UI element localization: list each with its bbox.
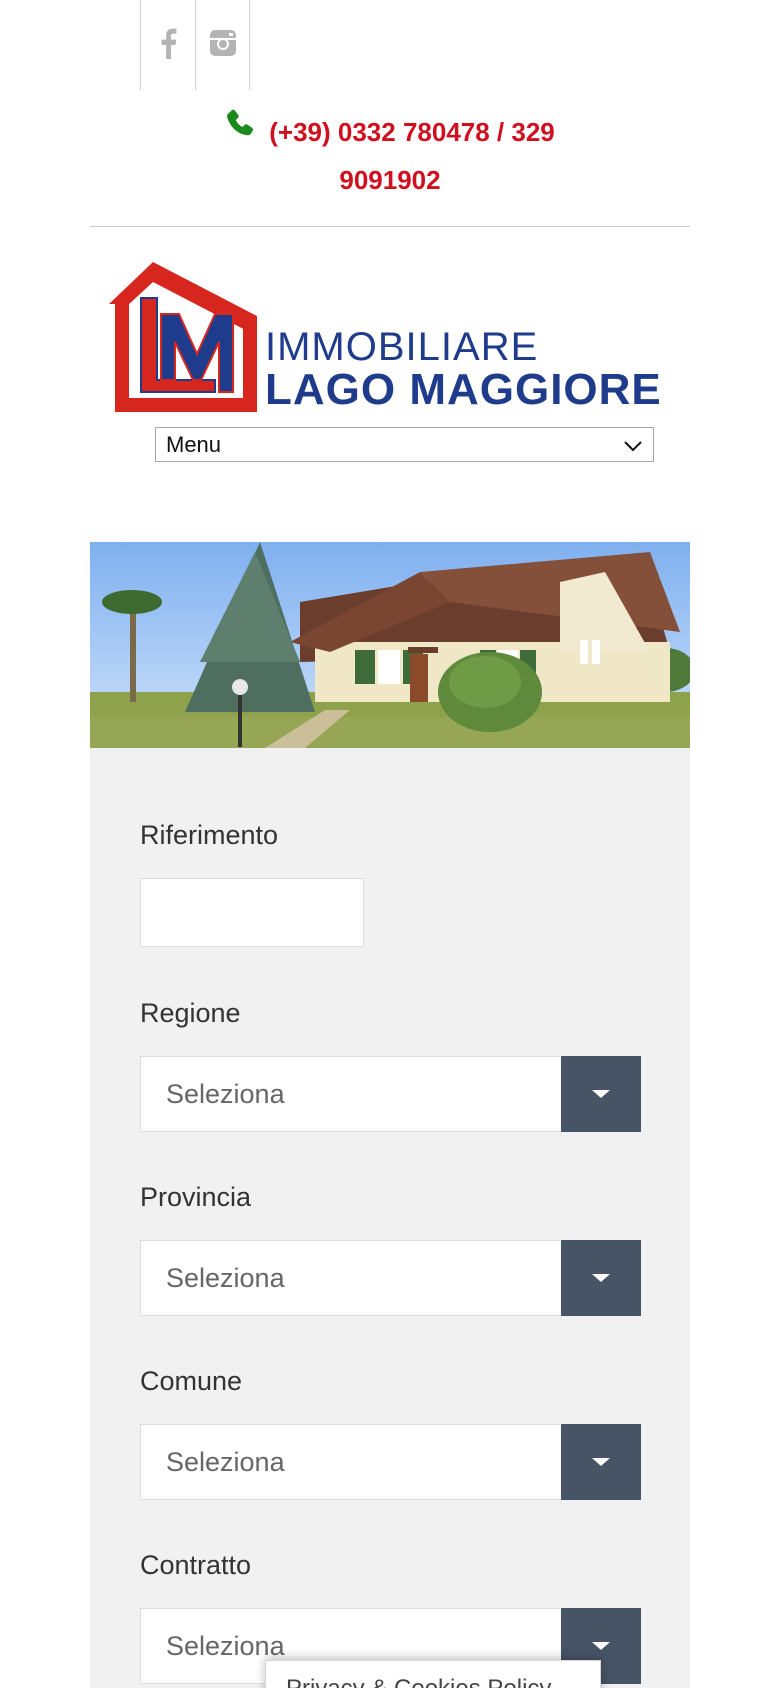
comune-select-value: Seleziona (166, 1447, 285, 1477)
caret-down-icon (592, 1458, 610, 1466)
site-logo[interactable]: IMMOBILIARE LAGO MAGGIORE (105, 258, 705, 418)
riferimento-input[interactable] (140, 878, 364, 947)
header-divider (90, 226, 690, 227)
comune-dropdown-button[interactable] (561, 1424, 641, 1500)
caret-down-icon (592, 1090, 610, 1098)
instagram-icon (209, 29, 237, 62)
logo-line-2: LAGO MAGGIORE (265, 365, 662, 414)
menu-select[interactable]: Menu (155, 427, 654, 462)
provincia-select[interactable]: Seleziona (140, 1240, 641, 1316)
social-links (140, 0, 250, 90)
riferimento-label: Riferimento (140, 820, 279, 850)
phone-icon (225, 105, 255, 153)
comune-select[interactable]: Seleziona (140, 1424, 641, 1500)
phone-number-part1: (+39) 0332 780478 / 329 (269, 117, 555, 147)
provincia-select-value: Seleziona (166, 1263, 285, 1293)
provincia-dropdown-button[interactable] (561, 1240, 641, 1316)
instagram-link[interactable] (195, 0, 250, 90)
hero-image (90, 542, 690, 748)
cookie-policy-popup[interactable]: Privacy & Cookies Policy (265, 1660, 601, 1688)
chevron-down-icon (623, 432, 643, 458)
provincia-label: Provincia (140, 1182, 252, 1212)
regione-select-value: Seleziona (166, 1079, 285, 1109)
comune-label: Comune (140, 1366, 243, 1396)
caret-down-icon (592, 1274, 610, 1282)
facebook-link[interactable] (140, 0, 195, 90)
phone-line-2[interactable]: 9091902 (90, 156, 690, 204)
phone-block: (+39) 0332 780478 / 329 9091902 (90, 108, 690, 204)
page: (+39) 0332 780478 / 329 9091902 IMMOBILI… (0, 0, 780, 1688)
logo-line-1: IMMOBILIARE (265, 325, 538, 369)
search-panel: Riferimento Regione Seleziona Provincia … (90, 748, 690, 1688)
facebook-icon (158, 27, 178, 64)
caret-down-icon (592, 1642, 610, 1650)
regione-dropdown-button[interactable] (561, 1056, 641, 1132)
regione-select[interactable]: Seleziona (140, 1056, 641, 1132)
regione-label: Regione (140, 998, 241, 1028)
phone-line-1[interactable]: (+39) 0332 780478 / 329 (90, 108, 690, 156)
contratto-label: Contratto (140, 1550, 252, 1580)
menu-select-label: Menu (166, 431, 222, 457)
cookie-policy-text: Privacy & Cookies Policy (286, 1675, 551, 1688)
